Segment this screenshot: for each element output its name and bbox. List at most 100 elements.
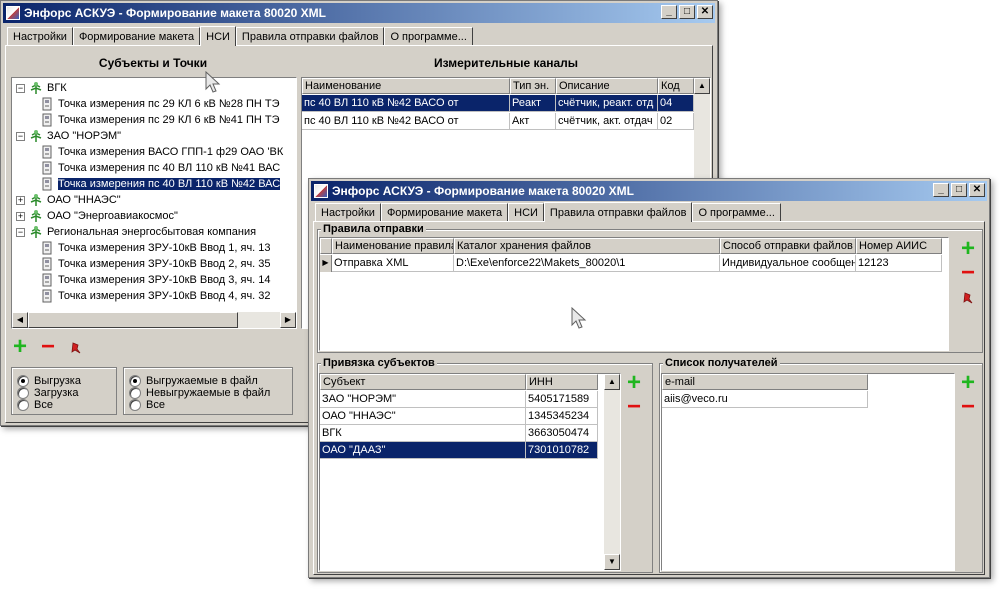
tree-point-node[interactable]: Точка измерения пс 29 КЛ 6 кВ №41 ПН ТЭ: [40, 112, 280, 128]
table-cell[interactable]: ОАО "ННАЭС": [320, 408, 526, 425]
pin-icon[interactable]: [961, 291, 975, 305]
maximize-icon[interactable]: □: [679, 5, 695, 19]
collapse-icon[interactable]: −: [16, 131, 25, 141]
add-rule-icon[interactable]: +: [961, 237, 975, 261]
tab-about[interactable]: О программе...: [384, 27, 473, 45]
radio-button[interactable]: [129, 375, 141, 387]
tab-sending-rules[interactable]: Правила отправки файлов: [235, 27, 385, 45]
tree-subject-node[interactable]: + ОАО "Энергоавиакосмос": [16, 208, 178, 224]
remove-subject-icon[interactable]: −: [41, 335, 55, 359]
table-cell[interactable]: 12123: [856, 255, 942, 272]
radio-button[interactable]: [17, 375, 29, 387]
table-cell[interactable]: пс 40 ВЛ 110 кВ №42 ВАСО от: [302, 95, 510, 112]
expand-icon[interactable]: +: [16, 211, 25, 221]
table-cell[interactable]: Акт: [510, 113, 556, 130]
tree-subject-node[interactable]: − ЗАО "НОРЭМ": [16, 128, 121, 144]
table-cell[interactable]: 02: [658, 113, 694, 130]
add-subject-binding-icon[interactable]: +: [627, 371, 641, 395]
radio-option[interactable]: Выгружаемые в файл: [129, 375, 258, 387]
tree-subject-node[interactable]: − Региональная энергосбытовая компания: [16, 224, 256, 240]
close-icon[interactable]: ✕: [969, 183, 985, 197]
table-cell[interactable]: 1345345234: [526, 408, 598, 425]
radio-button[interactable]: [17, 399, 29, 411]
add-subject-icon[interactable]: +: [13, 335, 27, 359]
recipients-grid[interactable]: e-mail aiis@veco.ru: [661, 373, 955, 571]
scroll-up-button[interactable]: ▲: [604, 374, 620, 390]
column-header-name[interactable]: Наименование: [302, 78, 510, 94]
tab-nsi[interactable]: НСИ: [508, 203, 544, 221]
column-header-code[interactable]: Код: [658, 78, 694, 94]
minimize-icon[interactable]: _: [933, 183, 949, 197]
table-cell[interactable]: Отправка XML: [332, 255, 454, 272]
close-icon[interactable]: ✕: [697, 5, 713, 19]
tree-point-node[interactable]: Точка измерения ЗРУ-10кВ Ввод 3, яч. 14: [40, 272, 271, 288]
scroll-left-button[interactable]: ◀: [12, 312, 28, 328]
scroll-down-button[interactable]: ▼: [604, 554, 620, 570]
maximize-icon[interactable]: □: [951, 183, 967, 197]
front-window-titlebar[interactable]: Энфорс АСКУЭ - Формирование макета 80020…: [311, 181, 987, 201]
pin-icon[interactable]: [69, 341, 83, 355]
table-cell[interactable]: ОАО "ДААЗ": [320, 442, 526, 459]
table-cell[interactable]: Реакт: [510, 95, 556, 112]
table-cell[interactable]: ЗАО "НОРЭМ": [320, 391, 526, 408]
tree-point-node[interactable]: Точка измерения ЗРУ-10кВ Ввод 2, яч. 35: [40, 256, 271, 272]
tab-settings[interactable]: Настройки: [315, 203, 381, 221]
radio-button[interactable]: [129, 387, 141, 399]
radio-button[interactable]: [17, 387, 29, 399]
column-header-description[interactable]: Описание: [556, 78, 658, 94]
table-cell[interactable]: 3663050474: [526, 425, 598, 442]
radio-option[interactable]: Невыгружаемые в файл: [129, 387, 270, 399]
binding-grid[interactable]: Субъект ИНН ЗАО "НОРЭМ" 5405171589 ОАО "НН…: [319, 373, 621, 571]
subjects-tree[interactable]: − ВГК Точка измерения пс 29 КЛ 6 кВ №28 ПН…: [11, 77, 297, 329]
table-cell[interactable]: D:\Exe\enforce22\Makets_80020\1: [454, 255, 720, 272]
column-header-email[interactable]: e-mail: [662, 374, 868, 390]
tree-scroll-thumb[interactable]: [28, 312, 238, 328]
column-header-energy-type[interactable]: Тип эн.: [510, 78, 556, 94]
table-cell[interactable]: счётчик, реакт. отд: [556, 95, 658, 112]
tree-point-node[interactable]: Точка измерения ВАСО ГПП-1 ф29 ОАО 'ВК: [40, 144, 283, 160]
binding-vertical-scrollbar[interactable]: ▲ ▼: [604, 374, 620, 570]
radio-option[interactable]: Загрузка: [17, 387, 78, 399]
tree-point-node[interactable]: Точка измерения пс 29 КЛ 6 кВ №28 ПН ТЭ: [40, 96, 280, 112]
radio-option[interactable]: Все: [129, 399, 165, 411]
scroll-right-button[interactable]: ▶: [280, 312, 296, 328]
table-cell[interactable]: счётчик, акт. отдач: [556, 113, 658, 130]
tree-point-node[interactable]: Точка измерения ЗРУ-10кВ Ввод 4, яч. 32: [40, 288, 271, 304]
table-cell[interactable]: пс 40 ВЛ 110 кВ №42 ВАСО от: [302, 113, 510, 130]
tab-generate-layout[interactable]: Формирование макета: [72, 27, 201, 45]
scroll-up-button[interactable]: ▲: [694, 78, 710, 94]
column-header-storage-folder[interactable]: Каталог хранения файлов: [454, 238, 720, 254]
radio-button[interactable]: [129, 399, 141, 411]
tree-point-node[interactable]: Точка измерения ЗРУ-10кВ Ввод 1, яч. 13: [40, 240, 271, 256]
remove-rule-icon[interactable]: −: [961, 261, 975, 285]
table-cell[interactable]: ВГК: [320, 425, 526, 442]
tab-nsi[interactable]: НСИ: [200, 26, 236, 46]
column-header-subject[interactable]: Субъект: [320, 374, 526, 390]
column-header-send-method[interactable]: Способ отправки файлов: [720, 238, 856, 254]
remove-recipient-icon[interactable]: −: [961, 395, 975, 419]
back-window-titlebar[interactable]: Энфорс АСКУЭ - Формирование макета 80020…: [3, 3, 715, 23]
column-header-rule-name[interactable]: Наименование правила: [332, 238, 454, 254]
radio-option[interactable]: Выгрузка: [17, 375, 81, 387]
minimize-icon[interactable]: _: [661, 5, 677, 19]
tab-generate-layout[interactable]: Формирование макета: [380, 203, 509, 221]
table-cell[interactable]: 5405171589: [526, 391, 598, 408]
column-header-aiis-number[interactable]: Номер АИИС: [856, 238, 942, 254]
remove-subject-binding-icon[interactable]: −: [627, 395, 641, 419]
expand-icon[interactable]: +: [16, 195, 25, 205]
table-cell[interactable]: Индивидуальное сообщени: [720, 255, 856, 272]
tree-point-node[interactable]: Точка измерения пс 40 ВЛ 110 кВ №41 ВАС: [40, 160, 280, 176]
table-cell[interactable]: aiis@veco.ru: [662, 391, 868, 408]
tab-sending-rules[interactable]: Правила отправки файлов: [543, 202, 693, 222]
add-recipient-icon[interactable]: +: [961, 371, 975, 395]
radio-option[interactable]: Все: [17, 399, 53, 411]
tree-subject-node[interactable]: − ВГК: [16, 80, 67, 96]
collapse-icon[interactable]: −: [16, 227, 25, 237]
tree-subject-node[interactable]: + ОАО "ННАЭС": [16, 192, 121, 208]
tab-about[interactable]: О программе...: [692, 203, 781, 221]
table-cell[interactable]: 04: [658, 95, 694, 112]
tab-settings[interactable]: Настройки: [7, 27, 73, 45]
tree-horizontal-scrollbar[interactable]: ◀ ▶: [12, 312, 296, 328]
collapse-icon[interactable]: −: [16, 83, 25, 93]
table-cell[interactable]: 7301010782: [526, 442, 598, 459]
